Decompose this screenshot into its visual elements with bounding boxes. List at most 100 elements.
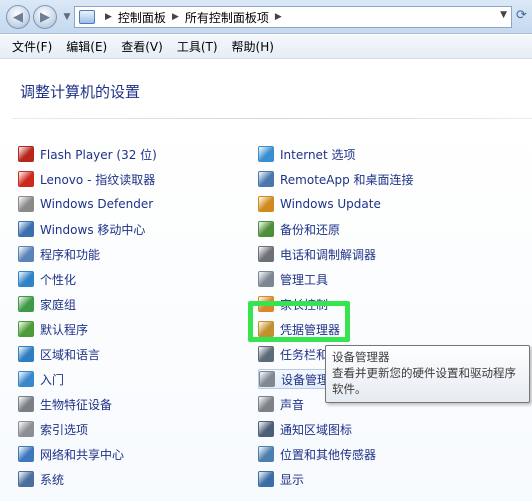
default-programs-icon: [18, 321, 34, 337]
menu-edit[interactable]: 编辑(E): [66, 38, 107, 55]
tooltip: 设备管理器 查看并更新您的硬件设置和驱动程序软件。: [325, 345, 530, 403]
tooltip-title: 设备管理器: [332, 350, 390, 364]
control-panel-item[interactable]: 备份和还原: [258, 219, 340, 239]
arrow-left-icon: ◀: [13, 9, 23, 25]
control-panel-item-label: 位置和其他传感器: [280, 447, 377, 462]
menu-view[interactable]: 查看(V): [121, 38, 163, 55]
control-panel-item[interactable]: Windows Defender: [18, 194, 153, 214]
control-panel-item[interactable]: 通知区域图标: [258, 419, 352, 439]
control-panel-item-label: 程序和功能: [40, 247, 101, 262]
flash-icon: [18, 146, 34, 162]
control-panel-item[interactable]: Windows Update: [258, 194, 381, 214]
highlight-box: [248, 301, 350, 342]
menu-bar: 文件(F) 编辑(E) 查看(V) 工具(T) 帮助(H): [0, 35, 532, 59]
sound-icon: [258, 396, 274, 412]
back-button[interactable]: ◀: [6, 5, 30, 29]
castle-icon: [18, 196, 34, 212]
device-manager-icon: [259, 371, 275, 387]
chevron-down-icon: ▼: [63, 12, 71, 22]
control-panel-item[interactable]: 电话和调制解调器: [258, 244, 376, 264]
chevron-right-icon[interactable]: ▶: [275, 12, 282, 22]
menu-help[interactable]: 帮助(H): [232, 38, 274, 55]
chevron-right-icon[interactable]: ▶: [105, 12, 112, 22]
personalize-icon: [18, 271, 34, 287]
address-dropdown-icon[interactable]: ▼: [500, 10, 507, 20]
control-panel-item-label: 索引选项: [40, 422, 89, 437]
control-panel-item[interactable]: 个性化: [18, 269, 76, 289]
internet-icon: [258, 146, 274, 162]
control-panel-item[interactable]: 显示: [258, 469, 304, 489]
control-panel-item[interactable]: 管理工具: [258, 269, 328, 289]
mobility-icon: [18, 221, 34, 237]
remoteapp-icon: [258, 171, 274, 187]
control-panel-item[interactable]: 区域和语言: [18, 344, 100, 364]
control-panel-item[interactable]: 程序和功能: [18, 244, 100, 264]
backup-icon: [258, 221, 274, 237]
breadcrumb-control-panel[interactable]: 控制面板: [118, 9, 166, 26]
control-panel-item-label: 默认程序: [40, 322, 89, 337]
display-icon: [258, 471, 274, 487]
control-panel-item-label: Windows Update: [280, 197, 381, 211]
arrow-right-icon: ▶: [40, 9, 50, 25]
control-panel-item-label: 显示: [280, 472, 305, 487]
notification-icon: [258, 421, 274, 437]
globe-icon: [18, 346, 34, 362]
recent-pages-dropdown[interactable]: ▼: [61, 10, 73, 24]
control-panel-item-label: 声音: [280, 397, 305, 412]
control-panel-item[interactable]: Flash Player (32 位): [18, 144, 157, 164]
control-panel-item[interactable]: Internet 选项: [258, 144, 355, 164]
control-panel-item[interactable]: 索引选项: [18, 419, 88, 439]
control-panel-item-label: 系统: [40, 472, 65, 487]
control-panel-item[interactable]: RemoteApp 和桌面连接: [258, 169, 414, 189]
phone-icon: [258, 246, 274, 262]
taskbar-icon: [258, 346, 274, 362]
control-panel-item[interactable]: Windows 移动中心: [18, 219, 145, 239]
control-panel-item[interactable]: 生物特征设备: [18, 394, 112, 414]
programs-icon: [18, 246, 34, 262]
biometric-icon: [18, 396, 34, 412]
control-panel-item-label: Flash Player (32 位): [40, 147, 157, 162]
control-panel-item[interactable]: 系统: [18, 469, 64, 489]
control-panel-item-label: Lenovo - 指纹读取器: [40, 172, 156, 187]
tooltip-description: 查看并更新您的硬件设置和驱动程序软件。: [332, 366, 516, 396]
control-panel-item[interactable]: 网络和共享中心: [18, 444, 124, 464]
chevron-right-icon[interactable]: ▶: [172, 12, 179, 22]
system-icon: [18, 471, 34, 487]
control-panel-item-label: RemoteApp 和桌面连接: [280, 172, 414, 187]
control-panel-item-label: 区域和语言: [40, 347, 101, 362]
menu-tools[interactable]: 工具(T): [177, 38, 218, 55]
control-panel-item-label: Internet 选项: [280, 147, 356, 162]
address-bar[interactable]: ▶ 控制面板 ▶ 所有控制面板项 ▶ ▼: [74, 6, 512, 28]
control-panel-item-label: 入门: [40, 372, 65, 387]
control-panel-item[interactable]: Lenovo - 指纹读取器: [18, 169, 155, 189]
breadcrumb-all-items[interactable]: 所有控制面板项: [185, 9, 269, 26]
control-panel-item-label: Windows Defender: [40, 197, 154, 211]
admin-tools-icon: [258, 271, 274, 287]
search-icon: [18, 421, 34, 437]
content-area: 调整计算机的设置 Flash Player (32 位) Lenovo - 指纹读…: [0, 60, 532, 501]
control-panel-item[interactable]: 家庭组: [18, 294, 76, 314]
control-panel-item-label: 管理工具: [280, 272, 329, 287]
divider: [12, 118, 532, 119]
location-icon: [258, 446, 274, 462]
control-panel-item-label: 备份和还原: [280, 222, 341, 237]
control-panel-icon: [79, 10, 95, 24]
title-bar: ◀ ▶ ▼ ▶ 控制面板 ▶ 所有控制面板项 ▶ ▼ ⟳: [0, 0, 532, 34]
forward-button[interactable]: ▶: [33, 5, 57, 29]
windows-update-icon: [258, 196, 274, 212]
control-panel-item[interactable]: 默认程序: [18, 319, 88, 339]
control-panel-item-label: 电话和调制解调器: [280, 247, 377, 262]
network-icon: [18, 446, 34, 462]
control-panel-item[interactable]: 位置和其他传感器: [258, 444, 376, 464]
menu-file[interactable]: 文件(F): [12, 38, 52, 55]
fingerprint-icon: [18, 171, 34, 187]
control-panel-item-label: Windows 移动中心: [40, 222, 146, 237]
homegroup-icon: [18, 296, 34, 312]
control-panel-item-label: 个性化: [40, 272, 77, 287]
page-title: 调整计算机的设置: [20, 83, 141, 101]
control-panel-item-label: 网络和共享中心: [40, 447, 125, 462]
refresh-icon[interactable]: ⟳: [516, 8, 532, 26]
control-panel-item[interactable]: 入门: [18, 369, 64, 389]
control-panel-item[interactable]: 声音: [258, 394, 304, 414]
control-panel-item-label: 通知区域图标: [280, 422, 353, 437]
